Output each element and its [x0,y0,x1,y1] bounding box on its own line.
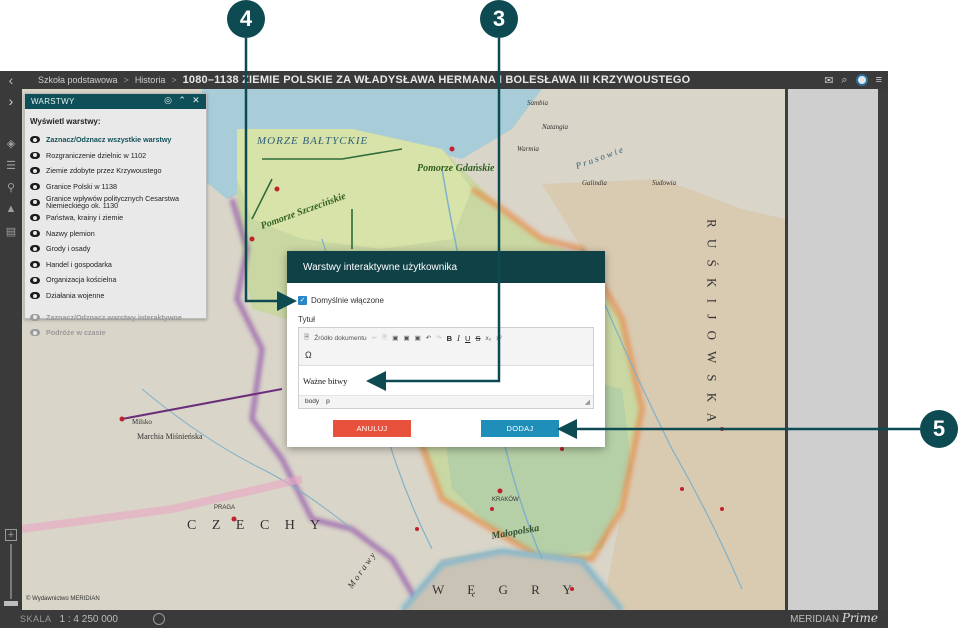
callout-arrows [244,38,920,439]
callout-badge: 5 [920,410,958,448]
callout-badge: 4 [227,0,265,38]
callout-badge: 3 [480,0,518,38]
